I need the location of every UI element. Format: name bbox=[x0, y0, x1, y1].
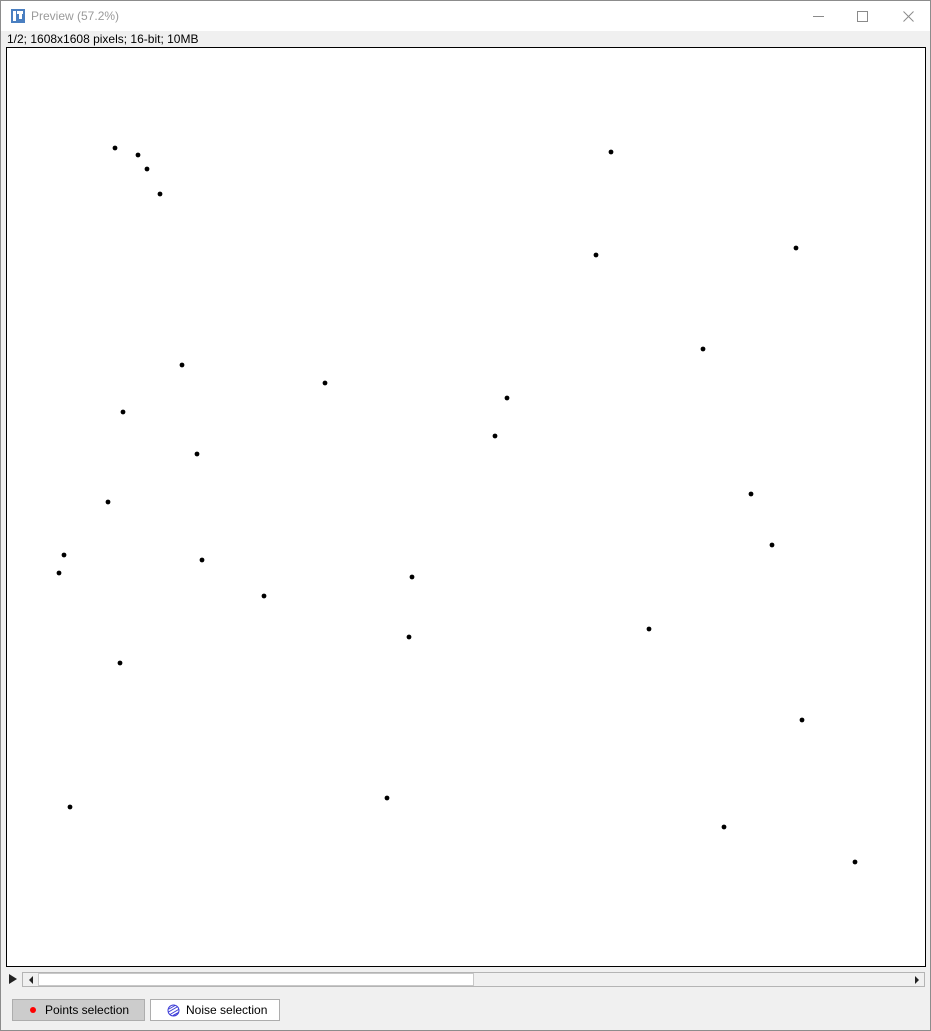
detected-point bbox=[504, 395, 510, 401]
maximize-icon bbox=[856, 10, 868, 22]
detected-point bbox=[199, 557, 205, 563]
minimize-icon bbox=[812, 15, 824, 17]
detected-point bbox=[852, 859, 858, 865]
play-icon[interactable] bbox=[8, 973, 18, 985]
detected-point bbox=[322, 380, 328, 386]
detected-point bbox=[157, 191, 163, 197]
detected-point bbox=[112, 145, 118, 151]
detected-point bbox=[194, 451, 200, 457]
detected-point bbox=[799, 717, 805, 723]
detected-point bbox=[67, 804, 73, 810]
preview-window: Preview (57.2%) 1/2; 1608x1608 pixels; 1… bbox=[0, 0, 931, 1031]
detected-point bbox=[56, 570, 62, 576]
detected-point bbox=[721, 824, 727, 830]
image-background bbox=[7, 48, 925, 966]
close-button[interactable] bbox=[885, 1, 930, 31]
image-info-text: 1/2; 1608x1608 pixels; 16-bit; 10MB bbox=[7, 32, 199, 46]
detected-point bbox=[384, 795, 390, 801]
scroll-left-button[interactable] bbox=[23, 973, 38, 986]
imagej-icon bbox=[11, 9, 25, 23]
detected-point bbox=[409, 574, 415, 580]
detected-point bbox=[492, 433, 498, 439]
window-title: Preview (57.2%) bbox=[31, 9, 120, 23]
scroll-thumb[interactable] bbox=[38, 973, 474, 986]
detected-point bbox=[608, 149, 614, 155]
noise-icon bbox=[167, 1004, 180, 1016]
points-selection-button[interactable]: Points selection bbox=[12, 999, 145, 1021]
detected-point bbox=[117, 660, 123, 666]
red-dot-icon bbox=[30, 1007, 36, 1013]
horizontal-scrollbar[interactable] bbox=[22, 972, 925, 987]
detected-point bbox=[748, 491, 754, 497]
minimize-button[interactable] bbox=[795, 1, 841, 31]
chevron-right-icon bbox=[914, 975, 919, 984]
points-selection-label: Points selection bbox=[45, 1003, 130, 1017]
image-info-bar: 1/2; 1608x1608 pixels; 16-bit; 10MB bbox=[1, 31, 930, 46]
detected-point bbox=[406, 634, 412, 640]
maximize-button[interactable] bbox=[839, 1, 885, 31]
detected-point bbox=[261, 593, 267, 599]
detected-point bbox=[105, 499, 111, 505]
noise-selection-button[interactable]: Noise selection bbox=[150, 999, 280, 1021]
chevron-left-icon bbox=[28, 975, 33, 984]
points-layer bbox=[7, 48, 925, 966]
detected-point bbox=[135, 152, 141, 158]
detected-point bbox=[646, 626, 652, 632]
detected-point bbox=[793, 245, 799, 251]
image-canvas[interactable] bbox=[6, 47, 926, 967]
noise-selection-label: Noise selection bbox=[186, 1003, 268, 1017]
scroll-right-button[interactable] bbox=[909, 973, 924, 986]
detected-point bbox=[179, 362, 185, 368]
detected-point bbox=[700, 346, 706, 352]
title-bar[interactable]: Preview (57.2%) bbox=[1, 1, 930, 31]
detected-point bbox=[769, 542, 775, 548]
detected-point bbox=[144, 166, 150, 172]
detected-point bbox=[593, 252, 599, 258]
close-icon bbox=[902, 10, 914, 22]
detected-point bbox=[120, 409, 126, 415]
detected-point bbox=[61, 552, 67, 558]
